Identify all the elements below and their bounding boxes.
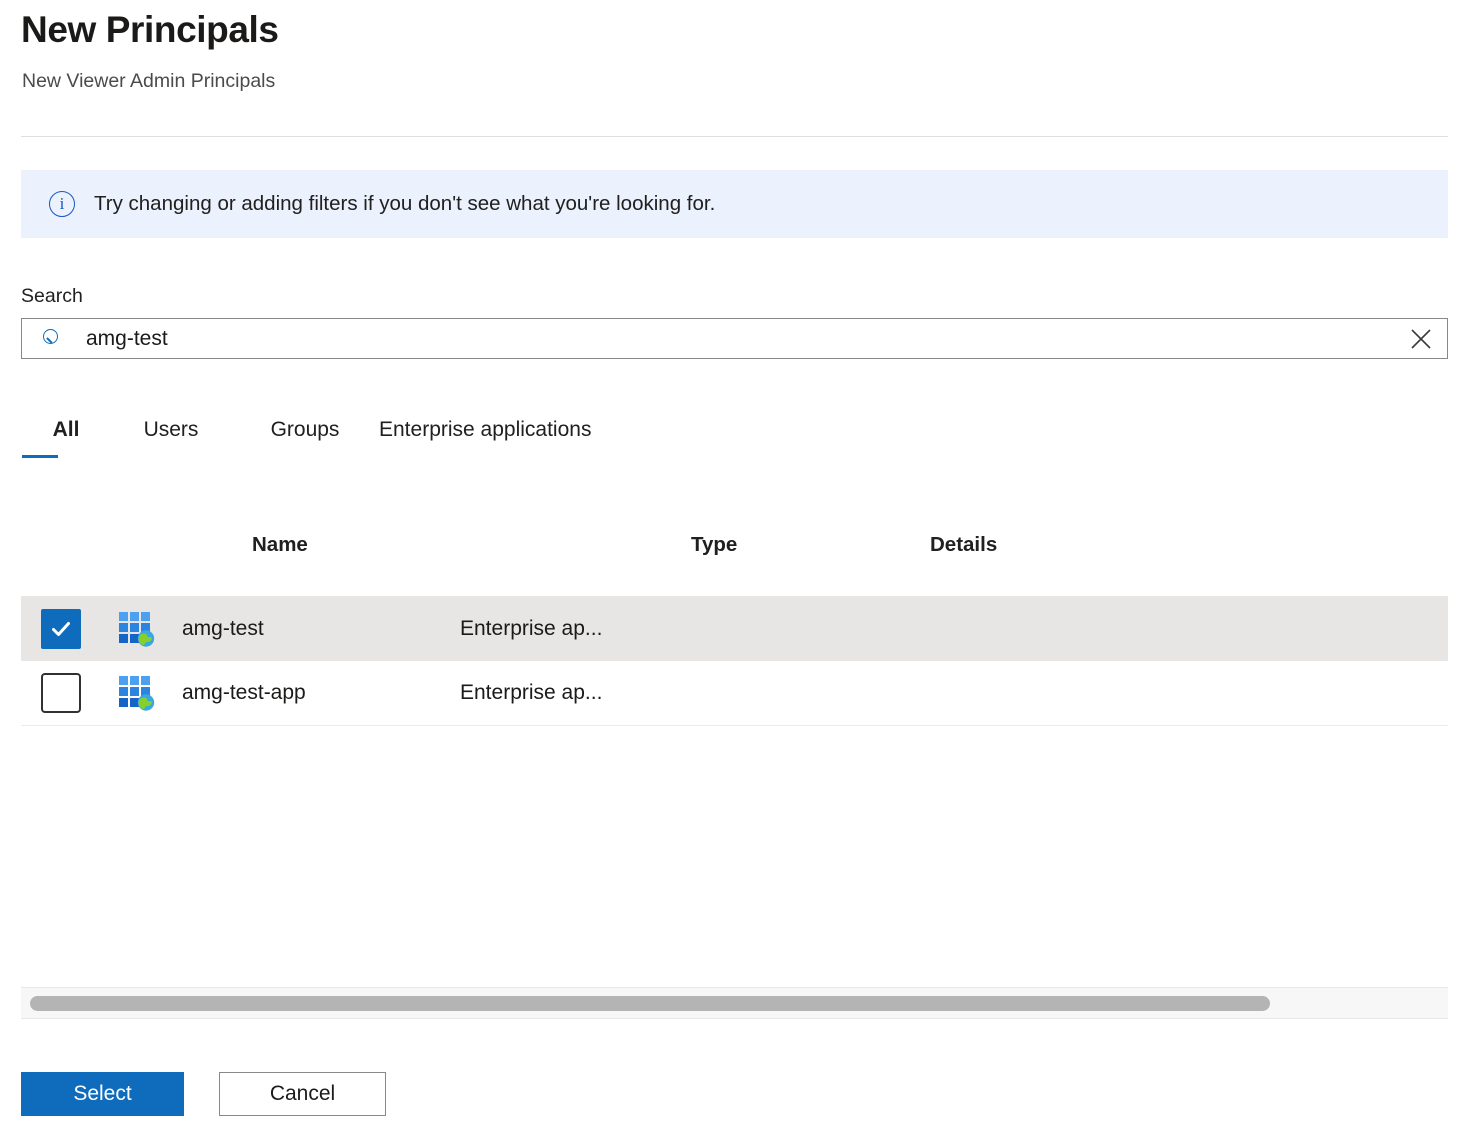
row-checkbox-unchecked[interactable] [41, 673, 81, 713]
enterprise-application-icon [100, 674, 172, 712]
info-circle-icon: i [49, 191, 75, 217]
clear-search-button[interactable] [1395, 319, 1447, 358]
row-name: amg-test [172, 617, 460, 641]
tab-groups-label: Groups [271, 418, 340, 442]
row-type: Enterprise ap... [460, 617, 720, 641]
table-row[interactable]: amg-test Enterprise ap... [21, 596, 1448, 661]
principal-type-tabs: All Users Groups Enterprise applications [21, 418, 1448, 478]
row-type: Enterprise ap... [460, 681, 720, 705]
search-icon [42, 328, 64, 350]
tab-all-label: All [53, 418, 80, 442]
page-title: New Principals [21, 8, 279, 52]
column-header-name[interactable]: Name [252, 533, 308, 557]
info-banner: i Try changing or adding filters if you … [21, 170, 1448, 238]
tab-users[interactable]: Users [111, 418, 231, 460]
header-divider [21, 136, 1448, 137]
row-name: amg-test-app [172, 681, 460, 705]
select-button[interactable]: Select [21, 1072, 184, 1116]
search-box[interactable] [21, 318, 1448, 359]
page-subtitle: New Viewer Admin Principals [22, 70, 275, 93]
tab-enterprise-applications-label: Enterprise applications [379, 418, 591, 442]
row-checkbox-checked[interactable] [41, 609, 81, 649]
row-checkbox-cell [21, 673, 100, 713]
search-input[interactable] [86, 327, 1395, 351]
results-table-header: Name Type Details [21, 533, 1448, 569]
cancel-button[interactable]: Cancel [219, 1072, 386, 1116]
close-icon [1408, 326, 1434, 352]
check-icon [49, 617, 73, 641]
search-label: Search [21, 285, 83, 308]
tab-enterprise-applications[interactable]: Enterprise applications [379, 418, 679, 460]
table-row[interactable]: amg-test-app Enterprise ap... [21, 661, 1448, 726]
scroll-area-bottom-border [21, 1018, 1448, 1019]
tab-all[interactable]: All [21, 418, 111, 460]
row-checkbox-cell [21, 609, 100, 649]
enterprise-application-icon [100, 610, 172, 648]
column-header-type[interactable]: Type [691, 533, 737, 557]
column-header-details[interactable]: Details [930, 533, 997, 557]
tab-users-label: Users [144, 418, 199, 442]
new-principals-panel: New Principals New Viewer Admin Principa… [0, 0, 1468, 1144]
info-banner-message: Try changing or adding filters if you do… [94, 192, 715, 216]
tab-groups[interactable]: Groups [231, 418, 379, 460]
horizontal-scrollbar-thumb[interactable] [30, 996, 1270, 1011]
